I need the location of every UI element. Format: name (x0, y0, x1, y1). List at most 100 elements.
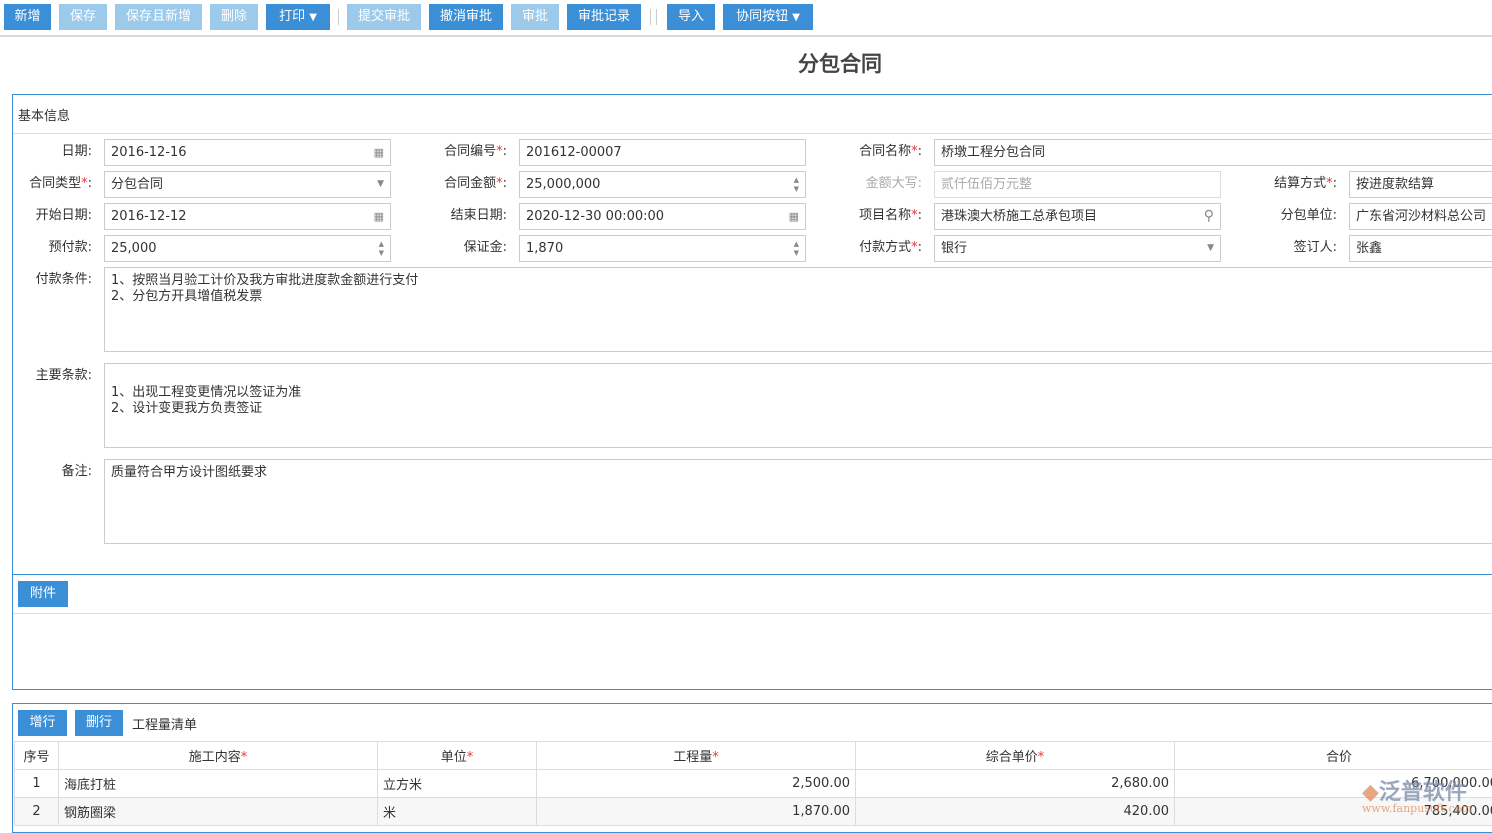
spinner-icon[interactable]: ▲▼ (794, 176, 799, 194)
table-row[interactable]: 2 钢筋圈梁 米 1,870.00 420.00 785,400.00 (15, 798, 1492, 826)
contract-no-label: 合同编号*: (397, 139, 507, 165)
amount-caps-field: 贰仟伍佰万元整 (934, 171, 1221, 198)
prepay-label: 预付款: (0, 235, 92, 261)
project-value: 港珠澳大桥施工总承包项目 (941, 209, 1097, 224)
items-table: 序号 施工内容* 单位* 工程量* 综合单价* 合价 1 海底打桩 立方米 2,… (14, 741, 1492, 826)
end-date-field[interactable]: 2020-12-30 00:00:00 ▦ (519, 203, 806, 230)
settle-label: 结算方式*: (1227, 171, 1337, 197)
calendar-icon[interactable]: ▦ (789, 204, 799, 229)
pay-method-value: 银行 (941, 241, 967, 256)
amount-field[interactable]: 25,000,000 ▲▼ (519, 171, 806, 198)
cell-total: 6,700,000.00 (1175, 770, 1492, 798)
divider (13, 133, 1492, 134)
prepay-field[interactable]: 25,000 ▲▼ (104, 235, 391, 262)
col-seq: 序号 (15, 742, 59, 770)
cell-qty[interactable]: 2,500.00 (537, 770, 856, 798)
attachment-section: 附件 (12, 574, 1492, 690)
pay-terms-label: 付款条件: (0, 267, 92, 293)
start-date-label: 开始日期: (0, 203, 92, 229)
approval-log-button[interactable]: 审批记录 (567, 4, 641, 30)
signer-field[interactable]: 张鑫 (1349, 235, 1492, 262)
cancel-approval-button[interactable]: 撤消审批 (429, 4, 503, 30)
cell-price[interactable]: 420.00 (856, 798, 1175, 826)
import-button[interactable]: 导入 (667, 4, 715, 30)
amount-label: 合同金额*: (397, 171, 507, 197)
cell-total: 785,400.00 (1175, 798, 1492, 826)
end-date-value: 2020-12-30 00:00:00 (526, 209, 664, 224)
caret-down-icon: ▼ (309, 12, 317, 23)
contract-name-label: 合同名称*: (812, 139, 922, 165)
pay-terms-textarea[interactable]: 1、按照当月验工计价及我方审批进度款金额进行支付 2、分包方开具增值税发票 (104, 267, 1492, 352)
sub-unit-label: 分包单位: (1227, 203, 1337, 229)
delete-button[interactable]: 删除 (210, 4, 258, 30)
sub-unit-field[interactable]: 广东省河沙材料总公司 (1349, 203, 1492, 230)
col-price: 综合单价* (856, 742, 1175, 770)
separator (650, 9, 651, 25)
separator (656, 9, 657, 25)
project-field[interactable]: 港珠澳大桥施工总承包项目 ⚲ (934, 203, 1221, 230)
end-date-label: 结束日期: (397, 203, 507, 229)
print-button[interactable]: 打印 ▼ (266, 4, 330, 30)
cell-unit[interactable]: 立方米 (378, 770, 537, 798)
cell-unit[interactable]: 米 (378, 798, 537, 826)
search-icon[interactable]: ⚲ (1204, 204, 1214, 229)
amount-caps-label: 金额大写: (812, 171, 922, 197)
cell-price[interactable]: 2,680.00 (856, 770, 1175, 798)
add-row-button[interactable]: 增行 (18, 710, 67, 736)
save-and-new-button[interactable]: 保存且新增 (115, 4, 202, 30)
deposit-field[interactable]: 1,870 ▲▼ (519, 235, 806, 262)
attachment-button[interactable]: 附件 (18, 581, 68, 607)
print-label: 打印 (279, 9, 305, 24)
approve-button[interactable]: 审批 (511, 4, 559, 30)
amount-value: 25,000,000 (526, 177, 600, 192)
cell-seq: 1 (15, 770, 59, 798)
col-content: 施工内容* (59, 742, 378, 770)
remark-label: 备注: (0, 459, 92, 485)
pay-method-select[interactable]: 银行 ▼ (934, 235, 1221, 262)
date-label: 日期: (0, 139, 92, 165)
page-title: 分包合同 (0, 48, 1492, 78)
start-date-value: 2016-12-12 (111, 209, 187, 224)
calendar-icon[interactable]: ▦ (374, 140, 384, 165)
caret-down-icon: ▼ (377, 172, 384, 197)
calendar-icon[interactable]: ▦ (374, 204, 384, 229)
contract-no-field[interactable]: 201612-00007 (519, 139, 806, 166)
start-date-field[interactable]: 2016-12-12 ▦ (104, 203, 391, 230)
submit-approval-button[interactable]: 提交审批 (347, 4, 421, 30)
date-field[interactable]: 2016-12-16 ▦ (104, 139, 391, 166)
divider (13, 613, 1492, 614)
col-total: 合价 (1175, 742, 1492, 770)
main-terms-label: 主要条款: (0, 363, 92, 389)
collab-button[interactable]: 协同按钮 ▼ (723, 4, 813, 30)
col-qty: 工程量* (537, 742, 856, 770)
table-header: 序号 施工内容* 单位* 工程量* 综合单价* 合价 (15, 742, 1492, 770)
main-terms-textarea[interactable]: 1、出现工程变更情况以签证为准 2、设计变更我方负责签证 (104, 363, 1492, 448)
pay-method-label: 付款方式*: (812, 235, 922, 261)
delete-row-button[interactable]: 删行 (75, 710, 123, 736)
contract-type-label: 合同类型*: (0, 171, 92, 197)
col-unit: 单位* (378, 742, 537, 770)
caret-down-icon: ▼ (1207, 236, 1214, 261)
spinner-icon[interactable]: ▲▼ (379, 240, 384, 258)
section-header: 基本信息 (18, 105, 70, 124)
save-button[interactable]: 保存 (59, 4, 107, 30)
deposit-value: 1,870 (526, 241, 563, 256)
date-value: 2016-12-16 (111, 145, 187, 160)
cell-qty[interactable]: 1,870.00 (537, 798, 856, 826)
contract-name-field[interactable]: 桥墩工程分包合同 (934, 139, 1492, 166)
table-row[interactable]: 1 海底打桩 立方米 2,500.00 2,680.00 6,700,000.0… (15, 770, 1492, 798)
deposit-label: 保证金: (397, 235, 507, 261)
items-title: 工程量清单 (132, 714, 197, 733)
project-label: 项目名称*: (812, 203, 922, 229)
cell-content[interactable]: 海底打桩 (59, 770, 378, 798)
spinner-icon[interactable]: ▲▼ (794, 240, 799, 258)
contract-type-select[interactable]: 分包合同 ▼ (104, 171, 391, 198)
collab-label: 协同按钮 (736, 9, 788, 24)
new-button[interactable]: 新增 (4, 4, 51, 30)
contract-type-value: 分包合同 (111, 177, 163, 192)
remark-textarea[interactable]: 质量符合甲方设计图纸要求 (104, 459, 1492, 544)
prepay-value: 25,000 (111, 241, 157, 256)
caret-down-icon: ▼ (792, 12, 800, 23)
cell-content[interactable]: 钢筋圈梁 (59, 798, 378, 826)
settle-field[interactable]: 按进度款结算 (1349, 171, 1492, 198)
